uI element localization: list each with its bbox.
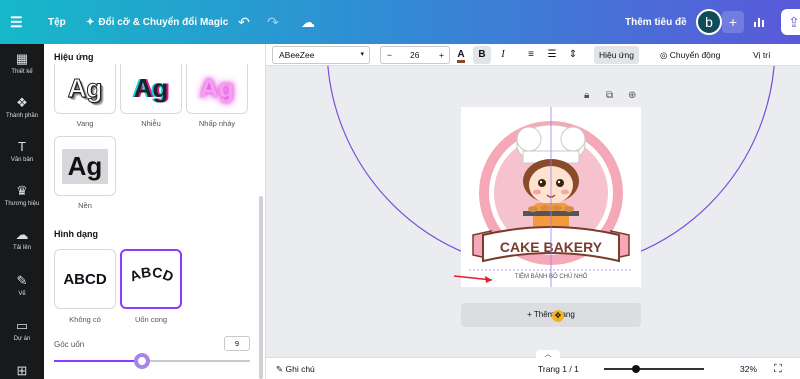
left-rail: ▦ Thiết kế ❖ Thành phần T Văn bản ♛ Thươ… bbox=[0, 44, 44, 379]
avatar[interactable]: b bbox=[696, 9, 722, 35]
shape-curve[interactable]: ABCD bbox=[120, 249, 182, 309]
rail-item-design[interactable]: ▦ Thiết kế bbox=[0, 51, 44, 76]
rail-item-apps[interactable]: ⊞ bbox=[0, 364, 44, 378]
list-icon[interactable]: ☰ bbox=[545, 46, 559, 64]
rail-item-draw[interactable]: ✎ Vẽ bbox=[0, 273, 44, 298]
curve-slider-label: Góc uốn bbox=[54, 340, 85, 349]
curve-value-input[interactable]: 9 bbox=[224, 336, 250, 351]
bold-button[interactable]: B bbox=[473, 46, 491, 64]
duplicate-icon[interactable]: ⧉ bbox=[606, 90, 613, 101]
font-size-stepper: − 26 + bbox=[380, 46, 450, 64]
decrease-size-button[interactable]: − bbox=[387, 47, 392, 63]
top-bar: ☰ Tệp ✦ Đổi cỡ & Chuyển đổi Magic ↶ ↷ ☁ … bbox=[0, 0, 800, 44]
upload-icon: ☁ bbox=[15, 227, 29, 242]
effect-label: Nền bbox=[78, 201, 92, 210]
layout-icon: ▦ bbox=[15, 51, 29, 66]
effect-background[interactable]: Ag bbox=[54, 136, 116, 196]
align-center-icon[interactable]: ≡ bbox=[524, 46, 538, 64]
sparkle-icon: ✦ bbox=[86, 16, 95, 28]
shape-label: Không có bbox=[69, 315, 101, 324]
spacing-icon[interactable]: ⇕ bbox=[566, 46, 580, 64]
chevron-down-icon: ▾ bbox=[360, 51, 364, 58]
effect-label: Vang bbox=[76, 119, 94, 128]
page-indicator[interactable]: Trang 1 / 1 bbox=[538, 358, 579, 379]
italic-button[interactable]: I bbox=[496, 46, 510, 64]
undo-icon[interactable]: ↶ bbox=[233, 11, 255, 33]
fullscreen-icon[interactable]: ⛶ bbox=[774, 358, 782, 379]
rail-item-text[interactable]: T Văn bản bbox=[0, 139, 44, 164]
text-icon: T bbox=[18, 139, 26, 154]
elements-icon: ❖ bbox=[16, 95, 28, 110]
rail-item-elements[interactable]: ❖ Thành phần bbox=[0, 95, 44, 120]
move-handle-icon[interactable]: ✥ bbox=[552, 310, 564, 322]
shape-label: Uốn cong bbox=[134, 315, 168, 324]
share-icon: ⇪ bbox=[788, 13, 800, 30]
position-button[interactable]: Vị trí bbox=[748, 46, 775, 64]
panel-title: Hiệu ứng bbox=[54, 52, 94, 62]
brand-icon: ♛ bbox=[16, 183, 28, 198]
text-color-button[interactable]: A bbox=[454, 46, 468, 64]
lock-icon[interactable]: 🔒︎ bbox=[584, 90, 589, 101]
curve-slider-thumb[interactable] bbox=[134, 353, 151, 369]
zoom-slider[interactable] bbox=[604, 368, 704, 370]
rail-item-upload[interactable]: ☁ Tải lên bbox=[0, 227, 44, 252]
rail-item-projects[interactable]: ▭ Dự án bbox=[0, 318, 44, 343]
chevron-up-icon[interactable]: ︿ bbox=[536, 350, 560, 358]
bottom-bar: ︿ ✎ Ghi chú Trang 1 / 1 32% ⛶ bbox=[266, 350, 800, 379]
increase-size-button[interactable]: + bbox=[439, 47, 444, 63]
effects-button[interactable]: Hiệu ứng bbox=[594, 46, 639, 64]
invite-button[interactable]: + bbox=[722, 11, 744, 33]
design-page[interactable]: CAKE BAKERY TIỆM BÁNH BÔ CHÚ NHỎ bbox=[461, 107, 641, 287]
effects-panel: Hiệu ứng Ag Vang Ag Nhiễu Ag Nhấp nháy A… bbox=[44, 44, 266, 379]
effect-label: Nhiễu bbox=[141, 119, 161, 128]
add-page-icon[interactable]: ⊕ bbox=[628, 90, 636, 101]
file-menu[interactable]: Tệp bbox=[48, 0, 66, 44]
animate-icon: ◎ bbox=[660, 50, 670, 60]
folder-icon: ▭ bbox=[15, 318, 29, 333]
shape-section-title: Hình dạng bbox=[54, 229, 98, 239]
font-size-value[interactable]: 26 bbox=[410, 47, 419, 63]
animate-button[interactable]: ◎ Chuyển động bbox=[655, 46, 725, 64]
effect-echo[interactable]: Ag bbox=[54, 64, 116, 114]
zoom-value[interactable]: 32% bbox=[740, 358, 757, 379]
svg-text:ABCD: ABCD bbox=[127, 265, 176, 285]
effect-glitch[interactable]: Ag bbox=[120, 64, 182, 114]
menu-button[interactable]: ☰ bbox=[10, 0, 23, 44]
curve-slider-fill bbox=[54, 360, 143, 362]
panel-scrollbar[interactable] bbox=[259, 196, 263, 379]
design-title[interactable]: Thêm tiêu đề bbox=[625, 0, 687, 44]
draw-icon: ✎ bbox=[16, 273, 28, 288]
magic-resize-button[interactable]: ✦ Đổi cỡ & Chuyển đổi Magic bbox=[86, 0, 228, 44]
shape-none[interactable]: ABCD bbox=[54, 249, 116, 309]
share-button[interactable]: ⇪ bbox=[781, 9, 800, 35]
apps-icon: ⊞ bbox=[16, 363, 28, 378]
font-family-select[interactable]: ABeeZee ▾ bbox=[272, 46, 370, 64]
cloud-save-icon[interactable]: ☁ bbox=[297, 11, 319, 33]
curved-text-sample: ABCD bbox=[127, 265, 176, 285]
effect-label: Nhấp nháy bbox=[198, 119, 236, 128]
effect-neon[interactable]: Ag bbox=[186, 64, 248, 114]
redo-icon[interactable]: ↷ bbox=[262, 11, 284, 33]
stats-icon[interactable] bbox=[748, 11, 770, 33]
rail-item-brand[interactable]: ♛ Thương hiệu bbox=[0, 183, 44, 208]
canvas-area: 🔒︎ ⧉ ⊕ CAKE BAKERY TIỆM BÁNH BÔ CHÚ NHỎ … bbox=[266, 66, 800, 347]
arrow-annotation bbox=[453, 275, 493, 283]
zoom-slider-thumb[interactable] bbox=[632, 365, 640, 373]
text-toolbar: ABeeZee ▾ − 26 + A B I ≡ ☰ ⇕ Hiệu ứng ◎ … bbox=[266, 44, 800, 66]
notes-button[interactable]: ✎ Ghi chú bbox=[276, 358, 315, 379]
magic-resize-label: Đổi cỡ & Chuyển đổi Magic bbox=[98, 16, 229, 28]
add-page-button[interactable]: + Thêm trang bbox=[461, 303, 641, 327]
bakery-logo: CAKE BAKERY TIỆM BÁNH BÔ CHÚ NHỎ bbox=[469, 107, 633, 287]
